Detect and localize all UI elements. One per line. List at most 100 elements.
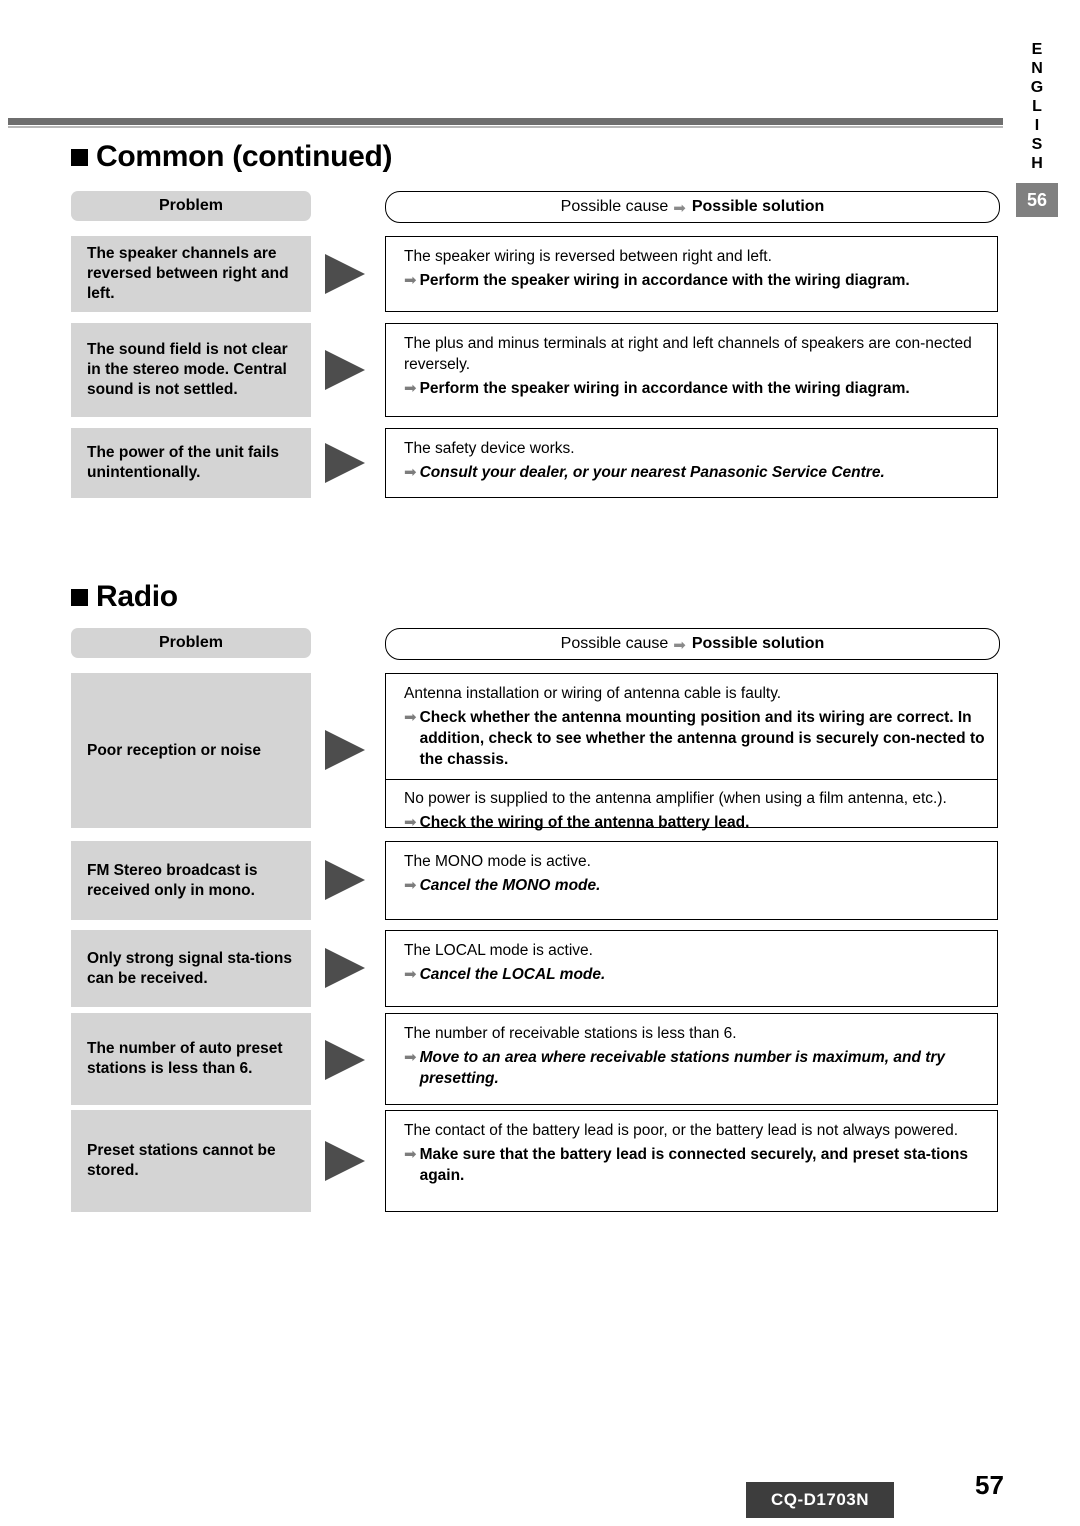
arrow-right-icon: ➡ bbox=[673, 637, 686, 654]
solution-line: ➡ Check the wiring of the antenna batter… bbox=[404, 812, 985, 833]
solution-text: Move to an area where receivable station… bbox=[419, 1049, 946, 1087]
problem-text: The speaker channels are reversed betwee… bbox=[87, 245, 289, 302]
cause-text: The number of receivable stations is les… bbox=[404, 1025, 737, 1042]
footer-page-number: 57 bbox=[975, 1470, 1004, 1500]
arrow-right-icon: ➡ bbox=[404, 966, 417, 983]
problem-text: Poor reception or noise bbox=[87, 741, 261, 759]
cause-column-header-prefix: Possible cause bbox=[560, 198, 669, 215]
solution-divider bbox=[386, 779, 997, 780]
flow-arrow-icon bbox=[325, 443, 365, 483]
solution-box: The contact of the battery lead is poor,… bbox=[385, 1110, 998, 1212]
arrow-right-icon: ➡ bbox=[673, 200, 686, 217]
lang-letter: N bbox=[1031, 60, 1043, 77]
arrow-right-icon: ➡ bbox=[404, 709, 417, 726]
cause-text: Antenna installation or wiring of antenn… bbox=[404, 685, 782, 702]
section-heading-common: Common (continued) bbox=[71, 140, 393, 174]
solution-text: Consult your dealer, or your nearest Pan… bbox=[419, 464, 885, 481]
cause-text: No power is supplied to the antenna ampl… bbox=[404, 790, 947, 807]
lang-letter: H bbox=[1031, 155, 1043, 172]
solution-text: Check the wiring of the antenna battery … bbox=[419, 814, 750, 831]
cause-column-header-suffix: Possible solution bbox=[691, 198, 825, 215]
problem-text: The number of auto preset stations is le… bbox=[87, 1040, 283, 1077]
flow-arrow-icon bbox=[325, 860, 365, 900]
problem-column-header-label: Problem bbox=[158, 197, 223, 214]
problem-cell: Preset stations cannot be stored. bbox=[71, 1110, 311, 1212]
bullet-square-icon bbox=[71, 588, 88, 606]
flow-arrow-icon bbox=[325, 948, 365, 988]
language-tab-letters: E N G L I S H bbox=[1031, 40, 1043, 173]
language-tab: E N G L I S H 56 bbox=[1016, 40, 1058, 217]
solution-box: The number of receivable stations is les… bbox=[385, 1013, 998, 1105]
arrow-right-icon: ➡ bbox=[404, 272, 417, 289]
lang-letter: E bbox=[1031, 41, 1043, 58]
cause-column-header-prefix: Possible cause bbox=[560, 635, 669, 652]
solution-box: The plus and minus terminals at right an… bbox=[385, 323, 998, 417]
solution-box: The speaker wiring is reversed between r… bbox=[385, 236, 998, 312]
arrow-right-icon: ➡ bbox=[404, 380, 417, 397]
cause-text: The LOCAL mode is active. bbox=[404, 942, 593, 959]
flow-arrow-icon bbox=[325, 1040, 365, 1080]
solution-line: ➡ Cancel the LOCAL mode. bbox=[404, 964, 985, 985]
solution-line: ➡ Cancel the MONO mode. bbox=[404, 875, 985, 896]
section-heading-radio: Radio bbox=[71, 580, 178, 614]
problem-cell: The speaker channels are reversed betwee… bbox=[71, 236, 311, 312]
flow-arrow-icon bbox=[325, 1141, 365, 1181]
solution-line: ➡ Check whether the antenna mounting pos… bbox=[404, 707, 985, 770]
arrow-right-icon: ➡ bbox=[404, 1049, 417, 1066]
problem-column-header-label: Problem bbox=[158, 634, 223, 651]
section-title: Radio bbox=[96, 580, 178, 613]
solution-box: The MONO mode is active. ➡ Cancel the MO… bbox=[385, 841, 998, 920]
flow-arrow-icon bbox=[325, 730, 365, 770]
problem-text: The power of the unit fails unintentiona… bbox=[87, 444, 280, 481]
cause-column-header-suffix: Possible solution bbox=[691, 635, 825, 652]
solution-line: ➡ Move to an area where receivable stati… bbox=[404, 1047, 985, 1089]
side-page-number: 56 bbox=[1016, 183, 1058, 217]
problem-cell: Poor reception or noise bbox=[71, 673, 311, 828]
solution-text: Check whether the antenna mounting posit… bbox=[419, 709, 985, 768]
header-rule-thin bbox=[8, 126, 1003, 128]
cause-text: The speaker wiring is reversed between r… bbox=[404, 248, 772, 265]
lang-letter: S bbox=[1031, 136, 1043, 153]
solution-text: Perform the speaker wiring in accordance… bbox=[419, 272, 910, 289]
model-badge: CQ-D1703N bbox=[746, 1482, 894, 1518]
cause-column-header: Possible cause ➡ Possible solution bbox=[385, 191, 1000, 223]
solution-box: The LOCAL mode is active. ➡ Cancel the L… bbox=[385, 930, 998, 1007]
problem-cell: FM Stereo broadcast is received only in … bbox=[71, 841, 311, 920]
solution-line: ➡ Perform the speaker wiring in accordan… bbox=[404, 270, 985, 291]
problem-column-header: Problem bbox=[71, 191, 311, 221]
bullet-square-icon bbox=[71, 148, 88, 166]
solution-text: Cancel the MONO mode. bbox=[419, 877, 601, 894]
lang-letter: L bbox=[1032, 98, 1042, 115]
problem-text: Only strong signal sta-tions can be rece… bbox=[87, 949, 292, 987]
cause-column-header: Possible cause ➡ Possible solution bbox=[385, 628, 1000, 660]
cause-text: The MONO mode is active. bbox=[404, 853, 591, 870]
solution-line: ➡ Make sure that the battery lead is con… bbox=[404, 1144, 985, 1186]
arrow-right-icon: ➡ bbox=[404, 814, 417, 831]
problem-text: Preset stations cannot be stored. bbox=[87, 1142, 276, 1179]
header-rule bbox=[8, 118, 1003, 125]
section-title: Common (continued) bbox=[96, 140, 393, 173]
solution-text: Cancel the LOCAL mode. bbox=[419, 966, 606, 983]
problem-cell: Only strong signal sta-tions can be rece… bbox=[71, 930, 311, 1007]
solution-text: Make sure that the battery lead is conne… bbox=[419, 1146, 968, 1184]
lang-letter: I bbox=[1034, 117, 1040, 134]
cause-text: The contact of the battery lead is poor,… bbox=[404, 1122, 959, 1139]
cause-text: The safety device works. bbox=[404, 440, 575, 457]
flow-arrow-icon bbox=[325, 254, 365, 294]
arrow-right-icon: ➡ bbox=[404, 1146, 417, 1163]
problem-cell: The number of auto preset stations is le… bbox=[71, 1013, 311, 1105]
solution-box: Antenna installation or wiring of antenn… bbox=[385, 673, 998, 831]
solution-line: ➡ Consult your dealer, or your nearest P… bbox=[404, 462, 985, 483]
arrow-right-icon: ➡ bbox=[404, 877, 417, 894]
problem-text: FM Stereo broadcast is received only in … bbox=[87, 861, 258, 899]
problem-cell: The power of the unit fails unintentiona… bbox=[71, 428, 311, 498]
solution-text: Perform the speaker wiring in accordance… bbox=[419, 380, 910, 397]
lang-letter: G bbox=[1030, 79, 1044, 96]
problem-text: The sound field is not clear in the ster… bbox=[87, 341, 288, 398]
problem-column-header: Problem bbox=[71, 628, 311, 658]
cause-text: The plus and minus terminals at right an… bbox=[404, 335, 972, 373]
flow-arrow-icon bbox=[325, 350, 365, 390]
problem-cell: The sound field is not clear in the ster… bbox=[71, 323, 311, 417]
solution-box: The safety device works. ➡ Consult your … bbox=[385, 428, 998, 498]
solution-line: ➡ Perform the speaker wiring in accordan… bbox=[404, 378, 985, 399]
